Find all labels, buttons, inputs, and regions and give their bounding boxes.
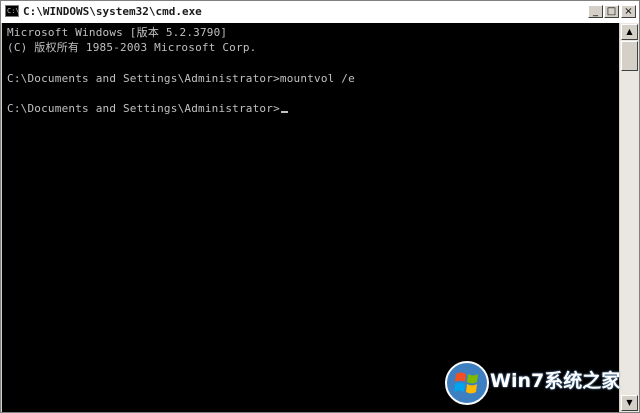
console-output[interactable]: Microsoft Windows [版本 5.2.3790] (C) 版权所有… bbox=[2, 23, 619, 412]
console-prompt-line: C:\Documents and Settings\Administrator> bbox=[7, 102, 288, 116]
text-cursor bbox=[280, 111, 288, 113]
scroll-thumb[interactable] bbox=[621, 41, 638, 71]
watermark: Win7系统之家 bbox=[438, 360, 638, 412]
window-title: C:\WINDOWS\system32\cmd.exe bbox=[23, 5, 202, 18]
title-bar[interactable]: C:\ C:\WINDOWS\system32\cmd.exe _ □ × bbox=[1, 1, 639, 24]
close-button[interactable]: × bbox=[621, 5, 636, 18]
console-line: C:\Documents and Settings\Administrator>… bbox=[7, 72, 355, 85]
cmd-window: C:\ C:\WINDOWS\system32\cmd.exe _ □ × Mi… bbox=[0, 0, 640, 413]
cmd-icon[interactable]: C:\ bbox=[5, 5, 20, 17]
console-line: Microsoft Windows [版本 5.2.3790] bbox=[7, 26, 228, 39]
maximize-button[interactable]: □ bbox=[604, 5, 619, 18]
scroll-up-button[interactable]: ▲ bbox=[621, 24, 638, 40]
watermark-text: Win7系统之家 bbox=[490, 370, 621, 392]
windows-flag-logo-icon bbox=[445, 361, 489, 405]
console-prompt: C:\Documents and Settings\Administrator> bbox=[7, 102, 280, 115]
vertical-scrollbar[interactable]: ▲ ▼ bbox=[620, 23, 639, 412]
console-line: (C) 版权所有 1985-2003 Microsoft Corp. bbox=[7, 41, 257, 54]
minimize-button[interactable]: _ bbox=[588, 5, 603, 18]
